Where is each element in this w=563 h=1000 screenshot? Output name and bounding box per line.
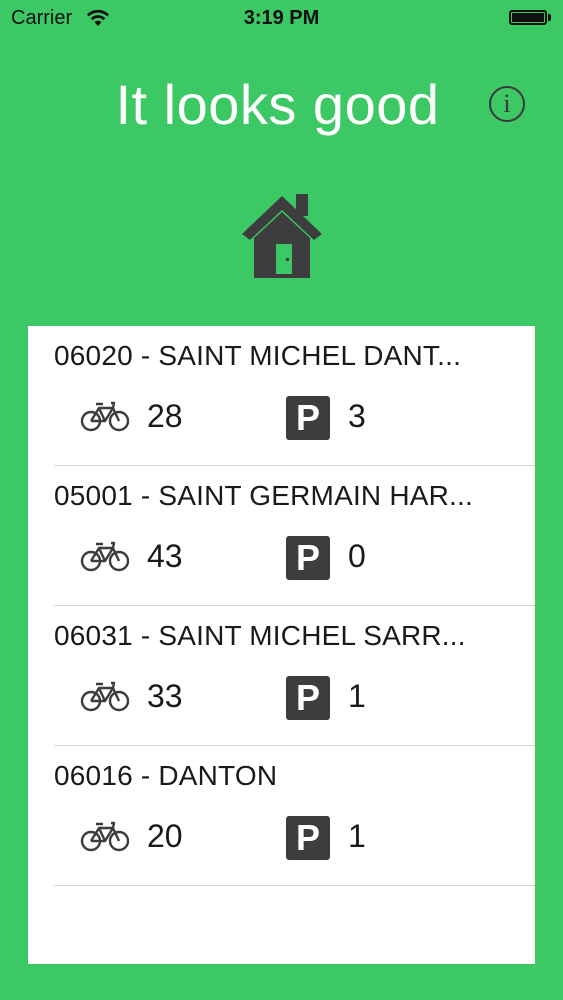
station-row[interactable]: 05001 - SAINT GERMAIN HAR... 43 P 0 [54, 466, 535, 606]
battery-tip [548, 14, 551, 21]
station-row[interactable]: 06016 - DANTON 20 P 1 [54, 746, 535, 886]
bike-count: 20 [147, 818, 183, 854]
parking-icon: P [286, 396, 330, 440]
bike-count: 43 [147, 538, 183, 574]
info-button[interactable]: i [489, 86, 525, 122]
parking-count: 3 [348, 398, 366, 434]
page-title-text: It looks good [115, 73, 440, 136]
page-title: It looks good [0, 72, 563, 137]
station-list: 06020 - SAINT MICHEL DANT... 28 P 3 0500… [28, 326, 535, 964]
bike-count: 28 [147, 398, 183, 434]
station-name: 06016 - DANTON [54, 760, 278, 791]
station-name: 05001 - SAINT GERMAIN HAR... [54, 480, 473, 511]
parking-icon: P [286, 676, 330, 720]
station-row[interactable]: 06020 - SAINT MICHEL DANT... 28 P 3 [54, 326, 535, 466]
station-name: 06031 - SAINT MICHEL SARR... [54, 620, 466, 651]
clock: 3:19 PM [243, 7, 320, 29]
battery-icon [509, 10, 547, 25]
status-bar: Carrier 3:19 PM [0, 0, 563, 36]
bicycle-icon [80, 681, 130, 712]
bicycle-icon [80, 821, 130, 852]
station-name: 06020 - SAINT MICHEL DANT... [54, 340, 462, 371]
parking-icon: P [286, 816, 330, 860]
parking-count: 0 [348, 538, 366, 574]
house-icon [242, 194, 322, 278]
station-row[interactable]: 06031 - SAINT MICHEL SARR... 33 P 1 [54, 606, 535, 746]
parking-count: 1 [348, 678, 366, 714]
parking-icon: P [286, 536, 330, 580]
bicycle-icon [80, 401, 130, 432]
parking-count: 1 [348, 818, 366, 854]
bicycle-icon [80, 541, 130, 572]
bike-count: 33 [147, 678, 183, 714]
